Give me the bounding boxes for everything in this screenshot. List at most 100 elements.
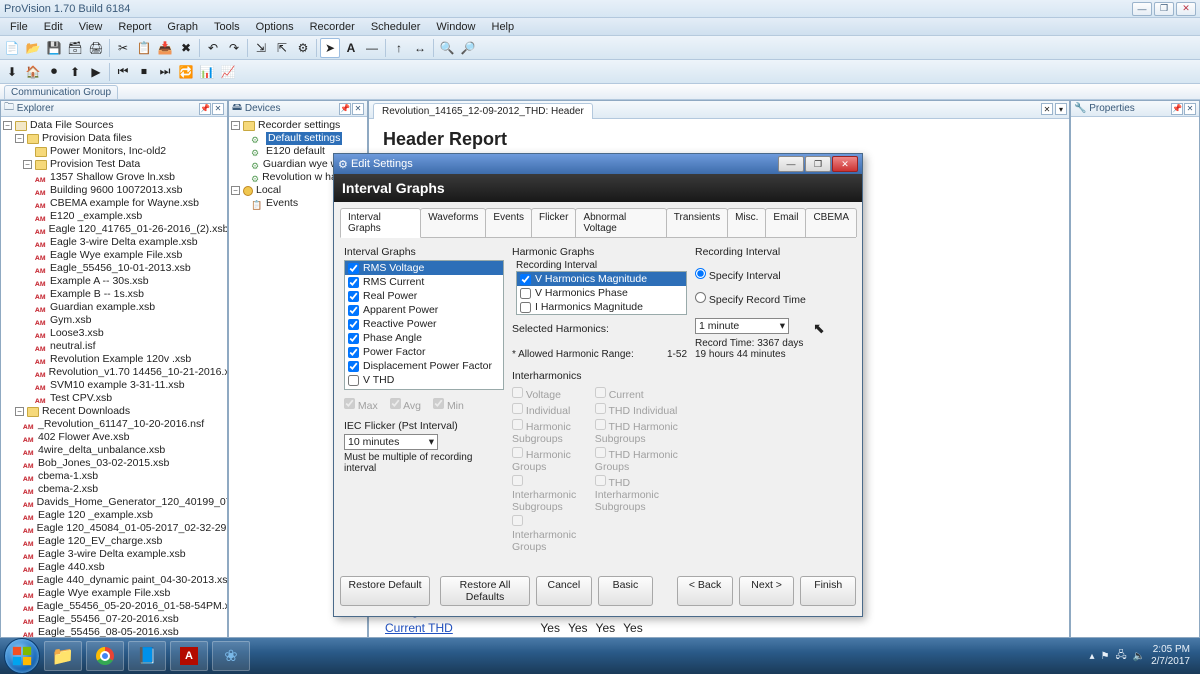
- tb2-record-icon[interactable]: ⏺: [44, 62, 64, 82]
- menu-options[interactable]: Options: [250, 20, 300, 34]
- tree-node[interactable]: ᴀᴍ Revolution_v1.70 14456_10-21-2016.xsb: [3, 366, 225, 379]
- tb-line-icon[interactable]: —: [362, 38, 382, 58]
- tree-node[interactable]: ᴀᴍ Eagle Wye example File.xsb: [3, 587, 225, 600]
- interval-item[interactable]: RMS Current: [345, 275, 503, 289]
- tb-export-icon[interactable]: ⇲: [251, 38, 271, 58]
- report-link[interactable]: Current THD: [385, 621, 453, 635]
- tree-node[interactable]: − Recent Downloads: [3, 405, 225, 418]
- tree-node[interactable]: ᴀᴍ Gym.xsb: [3, 314, 225, 327]
- interval-item[interactable]: RMS Voltage: [345, 261, 503, 275]
- tree-node[interactable]: ᴀᴍ Eagle_55456_07-20-2016.xsb: [3, 613, 225, 626]
- tb-paste-icon[interactable]: 📥: [155, 38, 175, 58]
- tray-flag-icon[interactable]: ⚑: [1100, 651, 1109, 662]
- dialog-tab[interactable]: Interval Graphs: [340, 208, 421, 238]
- tree-node[interactable]: ᴀᴍ Eagle_55456_08-05-2016.xsb: [3, 626, 225, 637]
- tb-open-icon[interactable]: 📂: [23, 38, 43, 58]
- menu-recorder[interactable]: Recorder: [304, 20, 361, 34]
- dialog-tab[interactable]: Waveforms: [420, 208, 486, 237]
- tb2-download-icon[interactable]: ⬇: [2, 62, 22, 82]
- tree-node[interactable]: ᴀᴍ Eagle Wye example File.xsb: [3, 249, 225, 262]
- panel-pin-icon[interactable]: 📌: [339, 103, 351, 115]
- tree-node[interactable]: ᴀᴍ CBEMA example for Wayne.xsb: [3, 197, 225, 210]
- menu-help[interactable]: Help: [486, 20, 521, 34]
- tree-node[interactable]: ᴀᴍ cbema-2.xsb: [3, 483, 225, 496]
- interval-item[interactable]: Power Factor: [345, 345, 503, 359]
- restore-all-button[interactable]: Restore All Defaults: [440, 576, 530, 606]
- tb2-graph-icon[interactable]: 📊: [197, 62, 217, 82]
- tb-zoomin-icon[interactable]: 🔍: [437, 38, 457, 58]
- dialog-tab[interactable]: Transients: [666, 208, 728, 237]
- tb-cursor-icon[interactable]: ➤: [320, 38, 340, 58]
- tray-up-icon[interactable]: ▴: [1089, 651, 1094, 662]
- harmonic-graphs-listbox[interactable]: V Harmonics Magnitude V Harmonics Phase …: [516, 271, 687, 315]
- tb2-prev-icon[interactable]: ⏮: [113, 62, 133, 82]
- dialog-close-button[interactable]: ✕: [832, 156, 858, 172]
- tb-redo-icon[interactable]: ↷: [224, 38, 244, 58]
- tree-node[interactable]: Power Monitors, Inc-old2: [3, 145, 225, 158]
- basic-button[interactable]: Basic: [598, 576, 654, 606]
- menu-edit[interactable]: Edit: [38, 20, 69, 34]
- taskbar-chrome[interactable]: [86, 641, 124, 671]
- max-checkbox[interactable]: Max: [344, 398, 378, 412]
- tray-network-icon[interactable]: 🖧: [1115, 648, 1126, 665]
- tree-node[interactable]: ᴀᴍ Test CPV.xsb: [3, 392, 225, 405]
- interval-item[interactable]: Apparent Power: [345, 303, 503, 317]
- taskbar-app2[interactable]: ❀: [212, 641, 250, 671]
- start-button[interactable]: [4, 638, 40, 674]
- tree-node[interactable]: ᴀᴍ Eagle_55456_05-20-2016_01-58-54PM.x: [3, 600, 225, 613]
- specify-record-time-radio[interactable]: Specify Record Time: [695, 294, 806, 306]
- tree-node[interactable]: ᴀᴍ Eagle 120_EV_charge.xsb: [3, 535, 225, 548]
- comm-group-tab[interactable]: Communication Group: [4, 85, 118, 99]
- taskbar-adobe[interactable]: A: [170, 641, 208, 671]
- tb-cut-icon[interactable]: ✂: [113, 38, 133, 58]
- tb2-stop-icon[interactable]: ⏹: [134, 62, 154, 82]
- harmonic-item[interactable]: I Harmonics Phase: [517, 314, 686, 315]
- tree-node[interactable]: − Provision Data files: [3, 132, 225, 145]
- tree-node[interactable]: ⚙ Default settings: [231, 132, 365, 145]
- tree-node[interactable]: ᴀᴍ Eagle 440_dynamic paint_04-30-2013.xs…: [3, 574, 225, 587]
- tree-node[interactable]: ᴀᴍ Eagle 3-wire Delta example.xsb: [3, 236, 225, 249]
- tree-node[interactable]: ᴀᴍ Eagle 120_41765_01-26-2016_(2).xsb: [3, 223, 225, 236]
- tree-node[interactable]: ᴀᴍ Eagle 440.xsb: [3, 561, 225, 574]
- tree-node[interactable]: ᴀᴍ Eagle 120_45084_01-05-2017_02-32-29P: [3, 522, 225, 535]
- tree-node[interactable]: ᴀᴍ Guardian example.xsb: [3, 301, 225, 314]
- tb-new-icon[interactable]: 📄: [2, 38, 22, 58]
- dialog-tab[interactable]: Flicker: [531, 208, 576, 237]
- tree-node[interactable]: ᴀᴍ 4wire_delta_unbalance.xsb: [3, 444, 225, 457]
- tree-node[interactable]: − Recorder settings: [231, 119, 365, 132]
- interval-item[interactable]: Real Power: [345, 289, 503, 303]
- tb-arrow2-icon[interactable]: ↔: [410, 38, 430, 58]
- tb2-upload-icon[interactable]: ⬆: [65, 62, 85, 82]
- tb-undo-icon[interactable]: ↶: [203, 38, 223, 58]
- panel-close-icon[interactable]: ✕: [1184, 103, 1196, 115]
- interval-item[interactable]: Phase Angle: [345, 331, 503, 345]
- tree-node[interactable]: ᴀᴍ SVM10 example 3-31-11.xsb: [3, 379, 225, 392]
- tb2-loop-icon[interactable]: 🔁: [176, 62, 196, 82]
- iec-flicker-dropdown[interactable]: 10 minutes▾: [344, 434, 438, 450]
- tree-node[interactable]: ᴀᴍ Eagle 3-wire Delta example.xsb: [3, 548, 225, 561]
- taskbar-explorer[interactable]: 📁: [44, 641, 82, 671]
- system-tray[interactable]: ▴ ⚑ 🖧 🔈 2:05 PM 2/7/2017: [1089, 644, 1196, 668]
- menu-graph[interactable]: Graph: [161, 20, 204, 34]
- tb-text-icon[interactable]: A: [341, 38, 361, 58]
- interval-item[interactable]: Reactive Power: [345, 317, 503, 331]
- tree-node[interactable]: ᴀᴍ E120 _example.xsb: [3, 210, 225, 223]
- panel-pin-icon[interactable]: 📌: [1171, 103, 1183, 115]
- dialog-tab[interactable]: Misc.: [727, 208, 766, 237]
- interval-item[interactable]: Displacement Power Factor: [345, 359, 503, 373]
- panel-close-icon[interactable]: ✕: [352, 103, 364, 115]
- dialog-tab[interactable]: Email: [765, 208, 806, 237]
- min-checkbox[interactable]: Min: [433, 398, 464, 412]
- tree-node[interactable]: ᴀᴍ 402 Flower Ave.xsb: [3, 431, 225, 444]
- interval-item[interactable]: V THD: [345, 373, 503, 387]
- dialog-maximize-button[interactable]: ❐: [805, 156, 831, 172]
- tree-node[interactable]: − Provision Test Data: [3, 158, 225, 171]
- tb-save-icon[interactable]: 💾: [44, 38, 64, 58]
- tb2-next-icon[interactable]: ⏭: [155, 62, 175, 82]
- tree-node[interactable]: ᴀᴍ Eagle 120 _example.xsb: [3, 509, 225, 522]
- tab-close-icon[interactable]: ✕: [1041, 103, 1053, 115]
- tree-node[interactable]: ᴀᴍ neutral.isf: [3, 340, 225, 353]
- dialog-titlebar[interactable]: ⚙ Edit Settings — ❐ ✕: [334, 154, 862, 174]
- tree-node[interactable]: ᴀᴍ Example A -- 30s.xsb: [3, 275, 225, 288]
- tb2-home-icon[interactable]: 🏠: [23, 62, 43, 82]
